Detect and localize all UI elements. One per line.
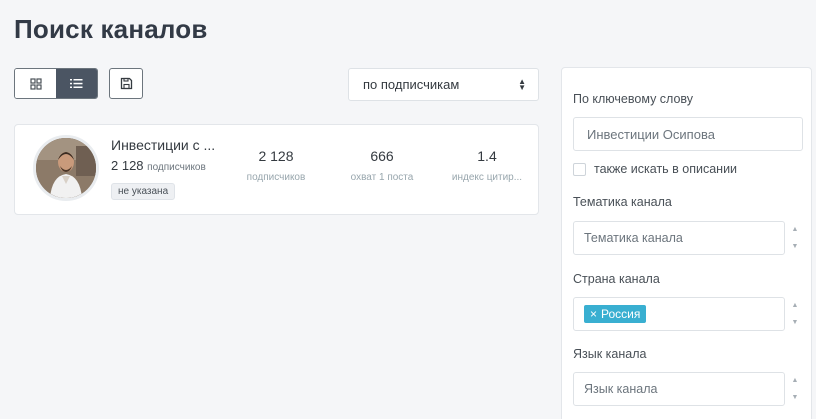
- save-button[interactable]: [109, 68, 143, 99]
- language-label: Язык канала: [573, 347, 647, 361]
- stat-label: подписчиков: [246, 172, 306, 183]
- stat-value: 666: [370, 148, 394, 164]
- channel-subscribers: 2 128 подписчиков: [111, 158, 206, 173]
- keyword-input-value: Инвестиции Осипова: [587, 126, 715, 142]
- country-tag-label: Россия: [601, 307, 641, 321]
- topic-label: Тематика канала: [573, 195, 672, 209]
- channel-subscribers-word: подписчиков: [147, 162, 206, 173]
- country-label: Страна канала: [573, 272, 660, 286]
- stat-reach: 666 охват 1 поста: [337, 148, 427, 183]
- tag-remove-icon[interactable]: ×: [590, 307, 597, 321]
- keyword-input[interactable]: Инвестиции Осипова: [573, 117, 803, 151]
- sort-select[interactable]: по подписчикам ▲ ▼: [348, 68, 539, 101]
- arrow-down-icon: ▼: [791, 319, 799, 326]
- filter-panel: По ключевому слову Инвестиции Осипова та…: [561, 67, 812, 419]
- sort-caret-icon: ▲ ▼: [518, 77, 526, 92]
- country-tag: × Россия: [584, 305, 647, 323]
- stat-label: индекс цитир...: [451, 172, 523, 183]
- channel-card[interactable]: Инвестиции с ... 2 128 подписчиков не ук…: [14, 124, 539, 215]
- stat-citation-index: 1.4 индекс цитир...: [443, 148, 531, 183]
- view-toggle: [14, 68, 98, 99]
- search-description-checkbox[interactable]: [573, 163, 586, 176]
- stat-label: охват 1 поста: [350, 172, 414, 183]
- stat-subscribers: 2 128 подписчиков: [241, 148, 311, 183]
- language-scroll-arrows[interactable]: ▲ ▼: [788, 372, 802, 406]
- list-icon: [70, 79, 83, 88]
- stat-value: 1.4: [477, 148, 497, 164]
- country-select[interactable]: × Россия: [573, 297, 785, 331]
- topic-scroll-arrows[interactable]: ▲ ▼: [788, 221, 802, 255]
- stat-value: 2 128: [258, 148, 294, 164]
- grid-view-button[interactable]: [15, 69, 56, 98]
- language-select-placeholder: Язык канала: [584, 382, 658, 396]
- arrow-down-icon: ▼: [791, 243, 799, 250]
- grid-icon: [29, 77, 42, 90]
- list-view-button[interactable]: [56, 69, 97, 98]
- save-icon: [120, 77, 132, 90]
- country-scroll-arrows[interactable]: ▲ ▼: [788, 297, 802, 331]
- channel-name[interactable]: Инвестиции с ...: [111, 137, 215, 153]
- page-title: Поиск каналов: [14, 14, 208, 44]
- arrow-up-icon: ▲: [791, 302, 799, 309]
- language-select[interactable]: Язык канала: [573, 372, 785, 406]
- arrow-down-icon: ▼: [791, 394, 799, 401]
- search-description-label: также искать в описании: [594, 162, 738, 176]
- keyword-label: По ключевому слову: [573, 92, 694, 106]
- status-badge: не указана: [111, 183, 176, 200]
- arrow-up-icon: ▲: [791, 377, 799, 384]
- sort-select-value: по подписчикам: [363, 77, 460, 92]
- topic-select-placeholder: Тематика канала: [584, 231, 683, 245]
- arrow-up-icon: ▲: [791, 226, 799, 233]
- channel-subscribers-count: 2 128: [111, 158, 144, 173]
- channel-avatar: [33, 135, 99, 201]
- topic-select[interactable]: Тематика канала: [573, 221, 785, 255]
